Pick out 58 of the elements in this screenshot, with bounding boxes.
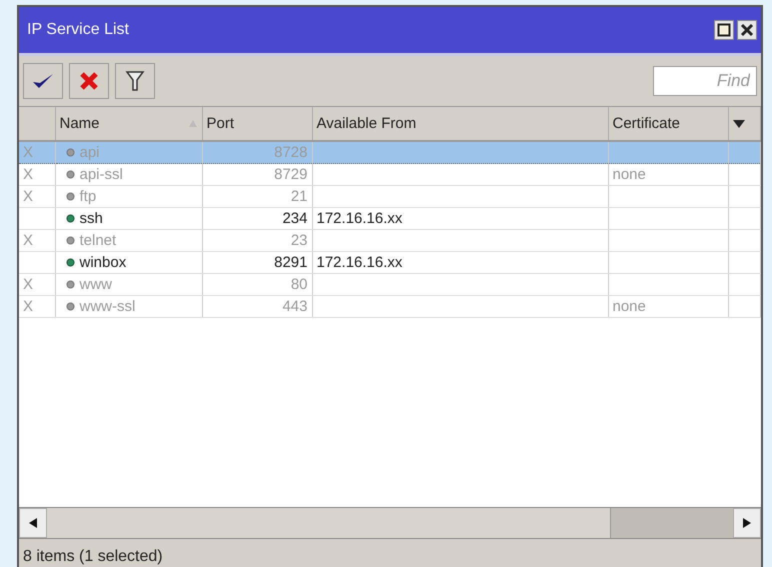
disabled-flag: X bbox=[19, 141, 55, 164]
disabled-flag: X bbox=[19, 164, 55, 186]
status-dot-icon bbox=[66, 170, 74, 179]
disabled-flag: X bbox=[19, 230, 55, 252]
filter-button[interactable] bbox=[115, 63, 155, 99]
table-cell: ssh bbox=[80, 210, 103, 227]
disabled-flag: X bbox=[19, 186, 55, 208]
scroll-right-button[interactable] bbox=[733, 508, 761, 538]
table-cell: none bbox=[608, 296, 728, 318]
table-cell: 443 bbox=[202, 296, 312, 318]
table-cell: 8728 bbox=[202, 141, 312, 164]
close-button[interactable] bbox=[737, 20, 757, 40]
scroll-left-button[interactable] bbox=[19, 508, 47, 538]
table-cell: 21 bbox=[202, 186, 312, 208]
table-row[interactable]: ssh 234 172.16.16.xx bbox=[19, 208, 760, 230]
table-cell: telnet bbox=[80, 232, 116, 249]
right-arrow-icon bbox=[742, 518, 752, 528]
table-cell: none bbox=[608, 164, 728, 186]
table-cell: 172.16.16.xx bbox=[312, 252, 608, 274]
table-cell: 8729 bbox=[202, 164, 312, 186]
status-dot-icon bbox=[66, 192, 74, 201]
window-title: IP Service List bbox=[27, 21, 130, 39]
table-cell: 8291 bbox=[202, 252, 312, 274]
status-dot-icon bbox=[66, 302, 74, 311]
column-menu-button[interactable] bbox=[728, 107, 760, 141]
table-cell: winbox bbox=[80, 254, 126, 271]
column-header[interactable]: Port bbox=[202, 107, 312, 141]
table-cell: 23 bbox=[202, 230, 312, 252]
table-cell: api-ssl bbox=[80, 166, 123, 183]
column-header[interactable]: Certificate bbox=[608, 107, 728, 141]
table-cell: api bbox=[80, 144, 100, 161]
column-header[interactable]: Available From bbox=[312, 107, 608, 141]
checkmark-icon bbox=[31, 71, 55, 91]
scrollbar-thumb[interactable] bbox=[47, 508, 611, 538]
status-text: 8 items (1 selected) bbox=[23, 548, 163, 566]
table-cell: www bbox=[80, 276, 112, 293]
table-cell: 234 bbox=[202, 208, 312, 230]
table-row[interactable]: winbox 8291 172.16.16.xx bbox=[19, 252, 760, 274]
column-header[interactable]: Name bbox=[55, 107, 202, 141]
status-dot-icon bbox=[66, 258, 74, 267]
cross-icon bbox=[79, 71, 99, 91]
funnel-icon bbox=[125, 70, 145, 92]
table-cell: 172.16.16.xx bbox=[312, 208, 608, 230]
table-cell: 80 bbox=[202, 274, 312, 296]
left-arrow-icon bbox=[28, 518, 38, 528]
table-cell: ftp bbox=[80, 188, 96, 205]
status-dot-icon bbox=[66, 148, 74, 157]
disable-button[interactable] bbox=[69, 63, 109, 99]
status-dot-icon bbox=[66, 280, 74, 289]
sort-arrow-icon bbox=[188, 119, 198, 128]
dropdown-arrow-icon bbox=[732, 120, 744, 128]
enable-button[interactable] bbox=[23, 63, 63, 99]
table-cell: www-ssl bbox=[80, 298, 136, 315]
disabled-flag: X bbox=[19, 296, 55, 318]
disabled-flag: X bbox=[19, 274, 55, 296]
status-dot-icon bbox=[66, 214, 74, 223]
status-dot-icon bbox=[66, 236, 74, 245]
maximize-button[interactable] bbox=[714, 20, 734, 40]
